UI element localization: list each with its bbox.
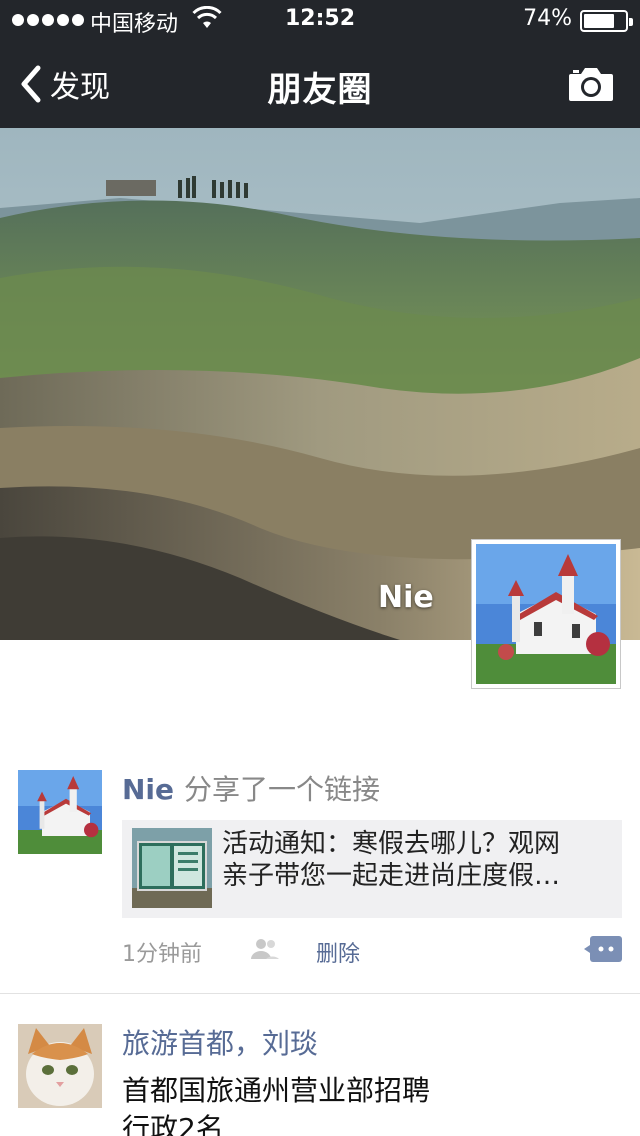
post-text-line1: 首都国旅通州营业部招聘 <box>122 1074 431 1107</box>
avatar[interactable] <box>18 1024 102 1108</box>
post-text: 首都国旅通州营业部招聘 行政2名 <box>122 1072 430 1136</box>
post-text-line2: 行政2名 <box>122 1112 224 1136</box>
billboard-image <box>132 828 212 908</box>
post-meta: 1分钟前 删除 <box>122 934 622 968</box>
top-bar: 中国移动 12:52 74% 发现 朋友圈 <box>0 0 640 128</box>
post-header: Nie 分享了一个链接 <box>122 772 380 808</box>
link-title: 活动通知：寒假去哪儿？观网 亲子带您一起走进尚庄度假… <box>222 828 614 892</box>
post-timestamp: 1分钟前 <box>122 942 202 967</box>
moment-post: Nie 分享了一个链接 活动通知：寒假去哪儿？观网 亲子带您一起走进尚庄度假… 1… <box>0 770 640 994</box>
status-bar: 中国移动 12:52 74% <box>0 0 640 40</box>
profile-avatar[interactable] <box>471 539 621 689</box>
cat-avatar-image <box>18 1024 102 1108</box>
link-title-line1: 活动通知：寒假去哪儿？观网 <box>222 829 561 859</box>
comment-icon[interactable] <box>584 934 622 964</box>
battery-icon <box>580 10 633 32</box>
link-title-line2: 亲子带您一起走进尚庄度假… <box>222 861 561 891</box>
church-avatar-image <box>476 544 616 684</box>
shared-link-card[interactable]: 活动通知：寒假去哪儿？观网 亲子带您一起走进尚庄度假… <box>122 820 622 918</box>
navigation-bar: 发现 朋友圈 <box>0 40 640 128</box>
profile-name: Nie <box>378 580 434 615</box>
author-name[interactable]: Nie <box>122 773 174 806</box>
church-avatar-image <box>18 770 102 854</box>
battery-percent: 74% <box>523 6 572 31</box>
friends-icon <box>251 939 279 959</box>
camera-icon[interactable] <box>568 66 614 102</box>
page-title: 朋友圈 <box>267 70 373 110</box>
avatar[interactable] <box>18 770 102 854</box>
moment-post: 旅游首都，刘琰 首都国旅通州营业部招聘 行政2名 <box>0 1024 640 1136</box>
post-action-text: 分享了一个链接 <box>184 773 381 806</box>
delete-button[interactable]: 删除 <box>316 936 360 968</box>
author-name[interactable]: 旅游首都，刘琰 <box>122 1027 318 1060</box>
link-thumbnail <box>132 828 212 908</box>
post-header: 旅游首都，刘琰 <box>122 1026 318 1062</box>
